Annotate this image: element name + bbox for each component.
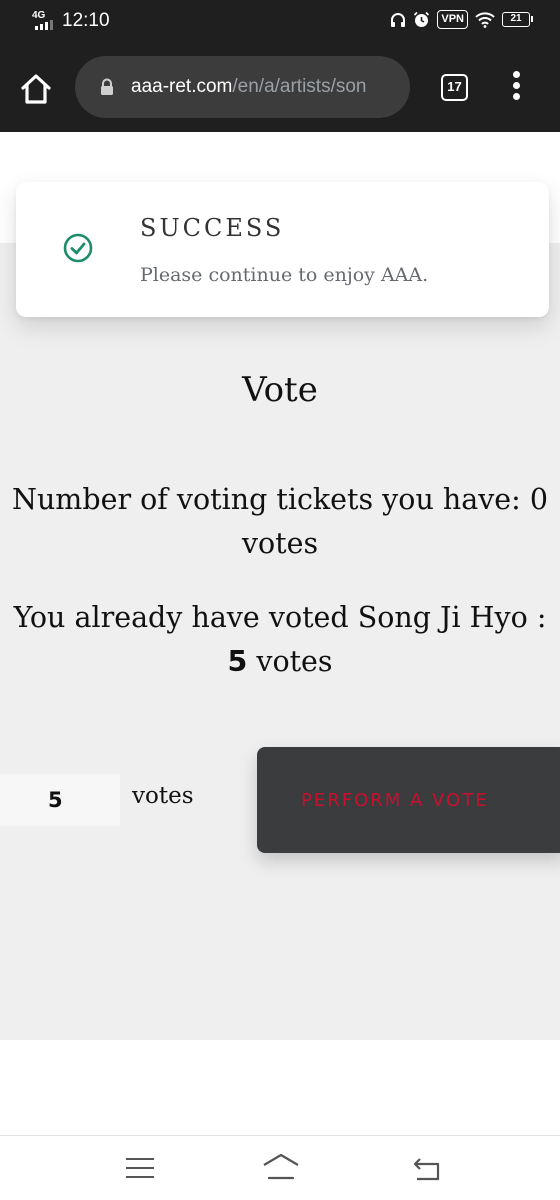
tickets-info: Number of voting tickets you have: 0 vot… xyxy=(0,478,560,566)
more-vert-icon[interactable] xyxy=(506,71,526,105)
tickets-unit: votes xyxy=(241,527,319,560)
status-left: 4G 12:10 xyxy=(32,8,110,34)
status-right: VPN 21 xyxy=(390,10,533,29)
voted-info: You already have voted Song Ji Hyo : 5 v… xyxy=(0,596,560,684)
url-text: aaa-ret.com/en/a/artists/son xyxy=(131,74,367,100)
vote-count-input[interactable] xyxy=(0,774,120,826)
lock-icon xyxy=(101,78,113,95)
voted-count: 5 xyxy=(227,645,248,678)
back-icon[interactable] xyxy=(412,1154,442,1182)
check-circle-icon xyxy=(63,233,93,263)
alarm-icon xyxy=(414,11,430,27)
toast-message: Please continue to enjoy AAA. xyxy=(140,264,429,286)
menu-icon[interactable] xyxy=(126,1158,154,1180)
headphones-icon xyxy=(391,12,406,27)
wifi-icon xyxy=(475,11,495,28)
vote-input-unit: votes xyxy=(132,783,194,809)
browser-toolbar: aaa-ret.com/en/a/artists/son 17 xyxy=(0,44,560,132)
voted-line: You already have voted Song Ji Hyo : xyxy=(13,601,547,634)
address-bar[interactable]: aaa-ret.com/en/a/artists/son xyxy=(75,56,410,118)
url-path: /en/a/artists/son xyxy=(232,76,367,97)
home-icon[interactable] xyxy=(261,1152,301,1182)
vpn-badge: VPN xyxy=(437,10,468,29)
vote-title: Vote xyxy=(242,370,318,410)
tabs-icon[interactable]: 17 xyxy=(441,74,468,101)
status-bar: 4G 12:10 VPN 21 xyxy=(0,0,560,44)
system-nav-bar xyxy=(0,1135,560,1200)
success-toast[interactable]: SUCCESS Please continue to enjoy AAA. xyxy=(16,182,549,317)
clock: 12:10 xyxy=(62,10,110,31)
toast-title: SUCCESS xyxy=(140,214,285,242)
battery-icon: 21 xyxy=(502,12,533,27)
signal-icon: 4G xyxy=(32,8,56,34)
tickets-line: Number of voting tickets you have: 0 xyxy=(12,483,548,516)
voted-unit: votes xyxy=(256,645,333,678)
url-host: aaa-ret.com xyxy=(131,76,233,97)
page-footer-area xyxy=(0,1040,560,1135)
perform-vote-button[interactable]: PERFORM A VOTE xyxy=(257,747,560,853)
home-icon[interactable] xyxy=(18,71,54,107)
